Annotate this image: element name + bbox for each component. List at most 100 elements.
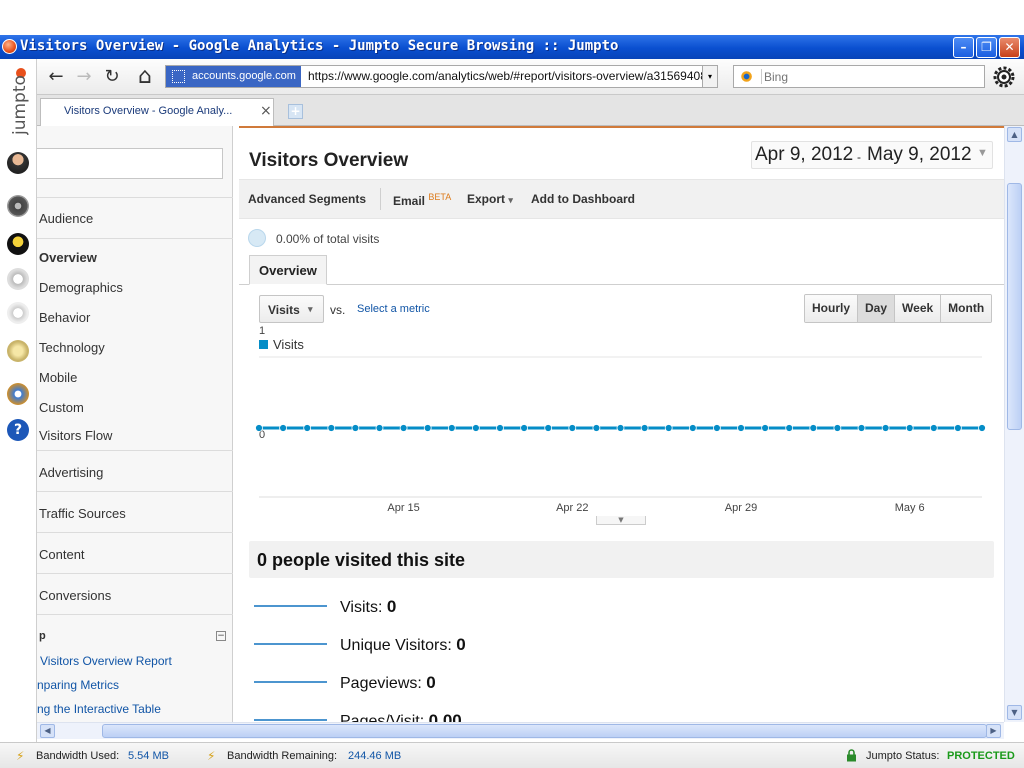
export-button[interactable]: Export ▾ (467, 192, 513, 206)
search-input[interactable] (764, 67, 982, 86)
status-bar: ⚡ Bandwidth Used: 5.54 MB ⚡ Bandwidth Re… (0, 742, 1024, 768)
data-point (857, 424, 866, 432)
sidebar-item-conversions[interactable]: Conversions (39, 588, 111, 603)
data-point (447, 424, 456, 432)
stat-visits: Visits: 0 (340, 597, 396, 617)
data-point (640, 424, 649, 432)
scroll-left-button[interactable]: ◀ (40, 724, 55, 738)
header-accent-line (239, 126, 1004, 128)
address-bar[interactable]: accounts.google.com https://www.google.c… (165, 65, 718, 88)
data-point (375, 424, 384, 432)
sidebar-item-custom[interactable]: Custom (39, 400, 84, 415)
help-icon[interactable]: ? (7, 419, 29, 441)
metric-select[interactable]: Visits ▾ (259, 295, 324, 323)
sidebar-item-mobile[interactable]: Mobile (39, 370, 77, 385)
add-to-dashboard-button[interactable]: Add to Dashboard (531, 192, 635, 206)
scroll-down-button[interactable]: ▼ (1007, 705, 1022, 720)
data-point (496, 424, 504, 432)
select-metric-link[interactable]: Select a metric (357, 303, 430, 315)
x-tick-label: Apr 29 (725, 502, 757, 514)
sidebar-item-advertising[interactable]: Advertising (39, 465, 103, 480)
data-point (327, 424, 336, 432)
data-point (568, 424, 577, 432)
data-point (592, 424, 601, 432)
bandwidth-used-icon: ⚡ (16, 749, 25, 763)
report-search-input[interactable] (37, 148, 223, 179)
window-title: Visitors Overview - Google Analytics - J… (20, 38, 619, 54)
pie-chart-icon (248, 229, 266, 247)
data-point (761, 424, 769, 432)
camera-icon[interactable] (7, 195, 29, 217)
sidebar-item-behavior[interactable]: Behavior (39, 310, 90, 325)
granularity-week[interactable]: Week (895, 295, 942, 322)
vertical-scrollbar[interactable]: ▲ ▼ (1004, 126, 1024, 722)
home-button[interactable]: ⌂ (133, 65, 157, 89)
photos-icon[interactable] (7, 340, 29, 362)
export-caret-icon: ▾ (508, 195, 513, 205)
sidebar-item-technology[interactable]: Technology (39, 340, 105, 355)
sidebar-item-content[interactable]: Content (39, 547, 85, 562)
vertical-scroll-thumb[interactable] (1007, 183, 1022, 430)
sidebar-item-overview[interactable]: Overview (39, 250, 97, 265)
scroll-right-button[interactable]: ▶ (986, 724, 1001, 738)
percent-of-total: 0.00% of total visits (276, 232, 380, 246)
new-tab-button[interactable]: + (288, 104, 303, 119)
stat-value: 0 (386, 597, 397, 616)
jumpto-logo-text: jumpto (10, 75, 30, 135)
reload-button[interactable]: ↻ (100, 65, 124, 89)
sidebar-item-visitors-flow[interactable]: Visitors Flow (39, 428, 112, 443)
back-button[interactable]: ← (44, 65, 68, 89)
browser-settings-gear-icon[interactable] (993, 66, 1015, 88)
tab-close-icon[interactable]: × (260, 103, 272, 119)
maximize-button[interactable]: ❐ (976, 37, 997, 58)
data-point (978, 424, 986, 432)
horizontal-scroll-thumb[interactable] (102, 724, 987, 738)
help-link-interactive-table[interactable]: ng the Interactive Table (37, 702, 161, 716)
app-orb-icon[interactable] (2, 39, 17, 54)
forward-button[interactable]: → (72, 65, 96, 89)
summary-box: 0 people visited this site (249, 541, 994, 578)
sidebar-item-audience[interactable]: Audience (39, 211, 93, 226)
tab-overview[interactable]: Overview (249, 255, 327, 285)
legend-swatch (259, 340, 268, 349)
data-point (423, 424, 432, 432)
jumpto-logo: jumpto (10, 68, 30, 135)
summary-title: 0 people visited this site (257, 550, 466, 570)
metric-select-value: Visits (268, 303, 300, 317)
user-avatar-icon[interactable] (7, 152, 29, 174)
site-identity-badge[interactable]: accounts.google.com (166, 66, 301, 87)
stat-value: 0 (426, 673, 436, 692)
sparkline-pages-per-visit (254, 719, 327, 721)
scroll-up-button[interactable]: ▲ (1007, 127, 1022, 142)
chart-expand-handle[interactable]: ▼ (596, 516, 646, 525)
help-link-comparing-metrics[interactable]: nparing Metrics (37, 678, 119, 692)
data-point (881, 424, 890, 432)
url-text[interactable]: https://www.google.com/analytics/web/#re… (308, 66, 713, 87)
messenger-icon[interactable] (7, 233, 29, 255)
search-box[interactable] (733, 65, 985, 88)
globe-icon[interactable] (7, 268, 29, 290)
left-tool-strip: jumpto ? (0, 59, 37, 743)
advanced-segments-button[interactable]: Advanced Segments (248, 192, 366, 206)
horizontal-scrollbar[interactable]: ◀ ▶ (37, 722, 1004, 739)
granularity-hourly[interactable]: Hourly (805, 295, 859, 322)
email-button[interactable]: Email BETA (393, 192, 451, 208)
url-dropdown-button[interactable]: ▾ (702, 65, 718, 88)
close-window-button[interactable]: ✕ (999, 37, 1020, 58)
tab-visitors-overview[interactable]: Visitors Overview - Google Analy... × (40, 98, 274, 126)
sidebar-item-demographics[interactable]: Demographics (39, 280, 123, 295)
sparkline-pageviews (254, 681, 327, 683)
date-range-picker[interactable]: Apr 9, 2012 - May 9, 2012 ▼ (751, 141, 993, 169)
data-point (688, 424, 697, 432)
settings-gear-icon[interactable] (7, 383, 29, 405)
help-link-visitors-overview[interactable]: Visitors Overview Report (40, 654, 172, 668)
data-point (255, 424, 263, 432)
bing-engine-icon[interactable] (736, 69, 762, 84)
link-icon[interactable] (7, 302, 29, 324)
granularity-day[interactable]: Day (858, 295, 896, 322)
page-title: Visitors Overview (249, 150, 409, 171)
minimize-button[interactable]: – (953, 37, 974, 58)
help-collapse-button[interactable]: − (216, 631, 226, 641)
granularity-month[interactable]: Month (941, 295, 992, 322)
sidebar-item-traffic-sources[interactable]: Traffic Sources (39, 506, 126, 521)
